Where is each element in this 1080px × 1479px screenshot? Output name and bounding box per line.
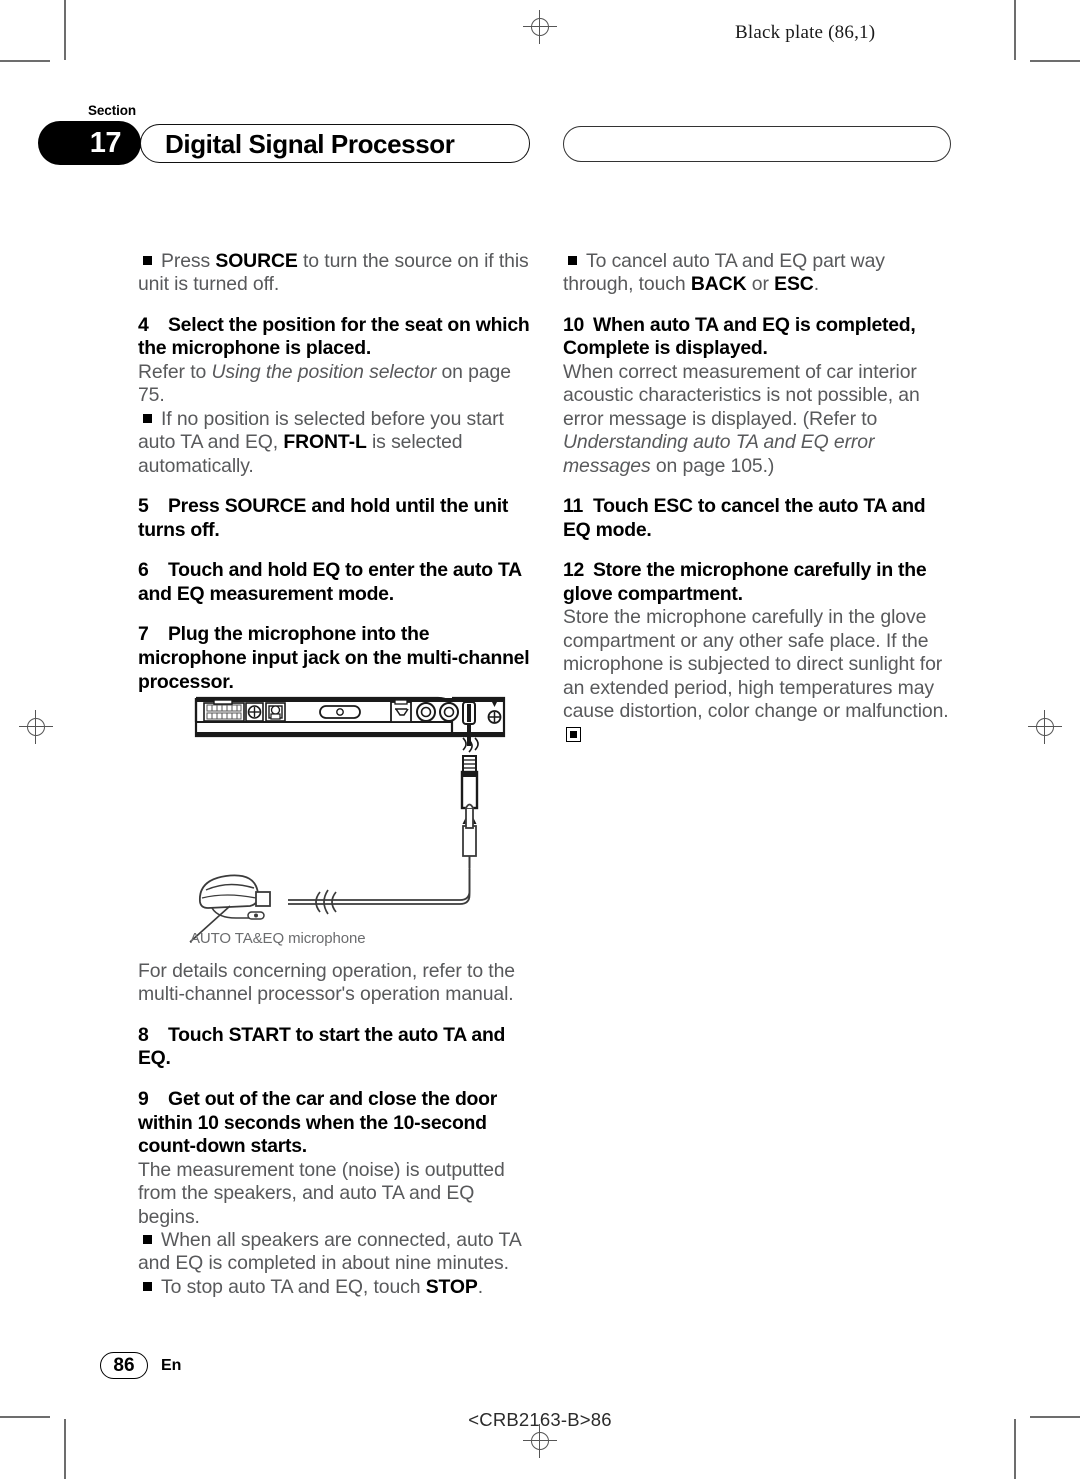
page-number-badge: 86 xyxy=(100,1352,148,1379)
figure-caption: AUTO TA&EQ microphone xyxy=(190,930,366,947)
step-10-body: When correct measurement of car interior… xyxy=(563,361,920,477)
manual-page: Black plate (86,1) Section 17 Digital Si… xyxy=(0,0,1080,1479)
microphone-plug-tip xyxy=(462,803,477,868)
section-end-marker-icon xyxy=(566,727,581,743)
step-10-heading: 10 When auto TA and EQ is completed, Comp… xyxy=(563,313,916,360)
step-8-heading: 8 Touch START to start the auto TA and EQ… xyxy=(138,1023,506,1070)
trim-mark-left-top xyxy=(0,60,50,62)
screw-terminal xyxy=(265,702,286,722)
section-number-value: 17 xyxy=(89,126,122,159)
step-5-heading: 5 Press SOURCE and hold until the unit tu… xyxy=(138,495,509,541)
trim-mark-top-left xyxy=(64,0,66,60)
step-4-heading: 4 Select the position for the seat on whi… xyxy=(138,313,530,360)
cable-break-squiggle xyxy=(315,889,337,915)
section-number-badge: 17 xyxy=(38,121,141,165)
trim-mark-top-right xyxy=(1014,0,1016,60)
step-9-heading: 9 Get out of the car and close the door w… xyxy=(138,1088,498,1158)
step-6-heading: 6 Touch and hold EQ to enter the auto TA … xyxy=(138,559,522,605)
step-12-body: Store the microphone carefully in the gl… xyxy=(563,606,955,746)
microphone-body xyxy=(199,874,271,920)
registration-mark-left xyxy=(19,710,53,744)
bullet-square-icon xyxy=(143,413,152,423)
section-title-pill: Digital Signal Processor xyxy=(140,124,530,163)
registration-mark-right xyxy=(1028,710,1062,744)
microphone-connection-figure xyxy=(138,676,530,966)
left-text-column: Press SOURCE to turn the source on if th… xyxy=(138,250,530,694)
header-empty-pill xyxy=(563,126,951,162)
step-9-body: The measurement tone (noise) is outputte… xyxy=(138,1158,505,1228)
language-code: En xyxy=(161,1357,182,1374)
rca-jack xyxy=(439,702,459,722)
note-cancel: To cancel auto TA and EQ part way throug… xyxy=(563,250,885,296)
slot-connector xyxy=(319,705,361,719)
section-word-label: Section xyxy=(88,103,137,118)
note-stop: To stop auto TA and EQ, touch STOP. xyxy=(138,1276,530,1299)
step-11-heading: 11 Touch ESC to cancel the auto TA and EQ… xyxy=(563,495,926,541)
after-figure-text: For details concerning operation, refer … xyxy=(138,960,515,1006)
rca-jack xyxy=(416,702,436,722)
trim-mark-right-top xyxy=(1030,60,1080,62)
step-4-body: Refer to Using the position selector on … xyxy=(138,361,511,407)
bullet-square-icon xyxy=(143,1281,152,1291)
microphone-input-jack xyxy=(462,701,476,725)
step-12-heading: 12 Store the microphone carefully in the … xyxy=(563,559,927,605)
multi-pin-power-connector xyxy=(203,699,245,722)
section-title-text: Digital Signal Processor xyxy=(165,128,455,159)
note-nine-minutes: When all speakers are connected, auto TA… xyxy=(138,1229,521,1275)
page-number-value: 86 xyxy=(113,1355,135,1376)
note-press-source: Press SOURCE to turn the source on if th… xyxy=(138,250,529,296)
left-text-column-lower: For details concerning operation, refer … xyxy=(138,960,530,1299)
note-front-l: If no position is selected before you st… xyxy=(138,407,504,477)
bullet-square-icon xyxy=(143,256,152,265)
figure-svg xyxy=(189,696,506,943)
screw-terminal xyxy=(245,702,264,722)
bullet-square-icon xyxy=(143,1235,152,1244)
right-text-column: To cancel auto TA and EQ part way throug… xyxy=(563,250,955,747)
part-number-footer: <CRB2163-B>86 xyxy=(468,1409,612,1430)
square-connector xyxy=(390,699,412,723)
black-plate-label: Black plate (86,1) xyxy=(735,22,876,43)
bullet-square-icon xyxy=(568,256,577,265)
microphone-cable xyxy=(288,864,471,905)
registration-mark-top xyxy=(523,10,557,44)
